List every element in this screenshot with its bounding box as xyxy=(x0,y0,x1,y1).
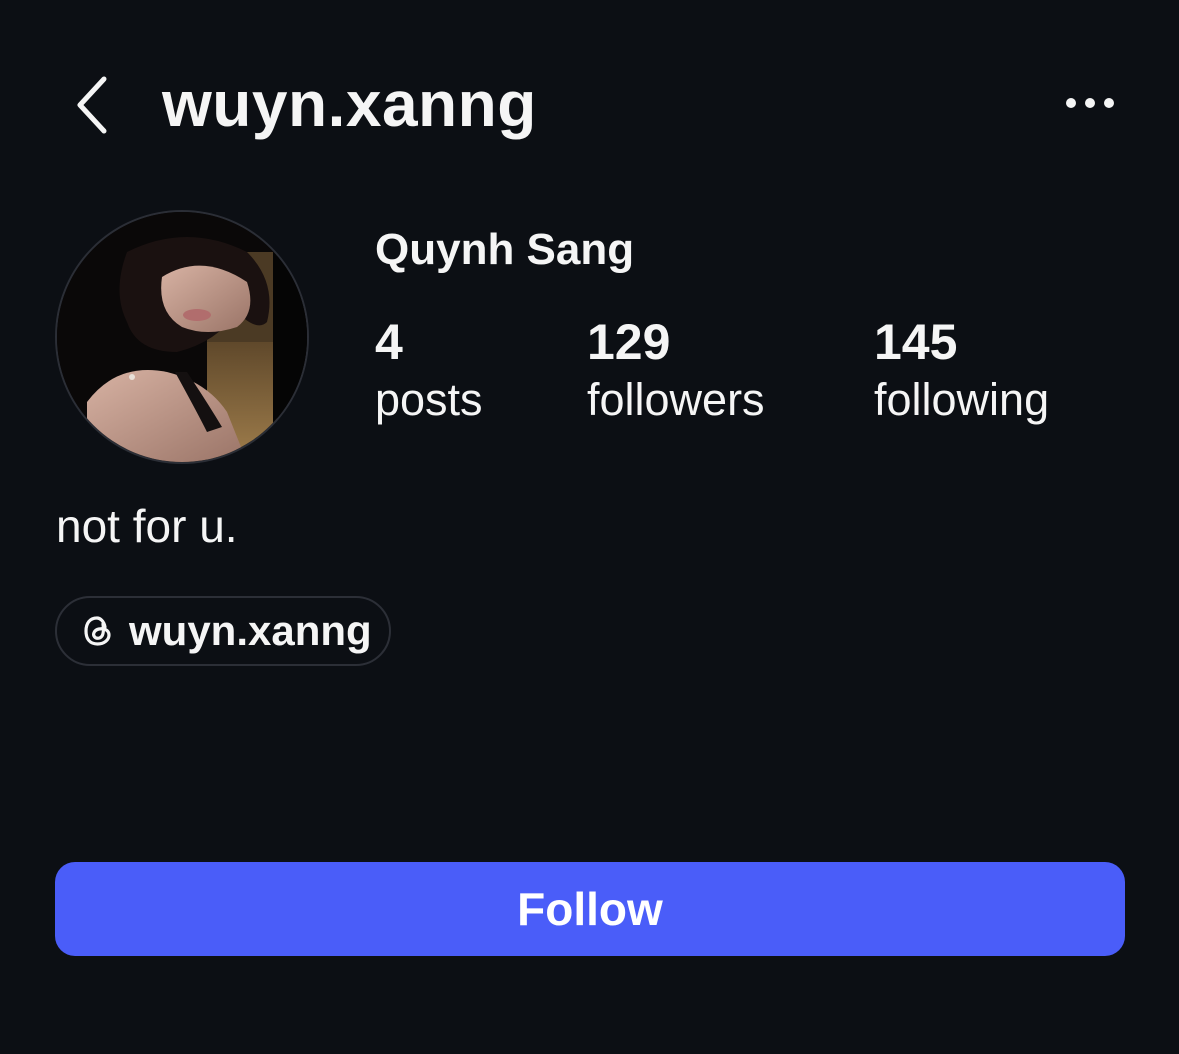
avatar[interactable] xyxy=(55,210,309,464)
more-options-button[interactable] xyxy=(1060,85,1120,121)
bio-text: not for u. xyxy=(56,500,238,552)
threads-icon xyxy=(81,614,115,648)
back-button[interactable] xyxy=(62,70,122,140)
threads-link-label: wuyn.xanng xyxy=(129,607,372,654)
chevron-left-icon xyxy=(77,76,107,134)
following-label: following xyxy=(874,374,1050,425)
ellipsis-horizontal-icon xyxy=(1066,98,1114,108)
page-title: wuyn.xanng xyxy=(162,68,537,140)
followers-label: followers xyxy=(587,374,765,425)
followers-count: 129 xyxy=(587,314,671,370)
posts-count: 4 xyxy=(375,314,403,370)
stat-followers[interactable]: 129 followers xyxy=(587,312,765,428)
threads-link-button[interactable]: wuyn.xanng xyxy=(55,596,391,666)
follow-button[interactable]: Follow xyxy=(55,862,1125,956)
display-name: Quynh Sang xyxy=(375,225,635,274)
stat-following[interactable]: 145 following xyxy=(874,312,1049,428)
posts-label: posts xyxy=(375,374,483,425)
profile-header: wuyn.xanng xyxy=(0,0,1179,210)
stat-posts[interactable]: 4 posts xyxy=(375,312,483,428)
following-count: 145 xyxy=(874,314,958,370)
profile-photo xyxy=(57,212,307,462)
